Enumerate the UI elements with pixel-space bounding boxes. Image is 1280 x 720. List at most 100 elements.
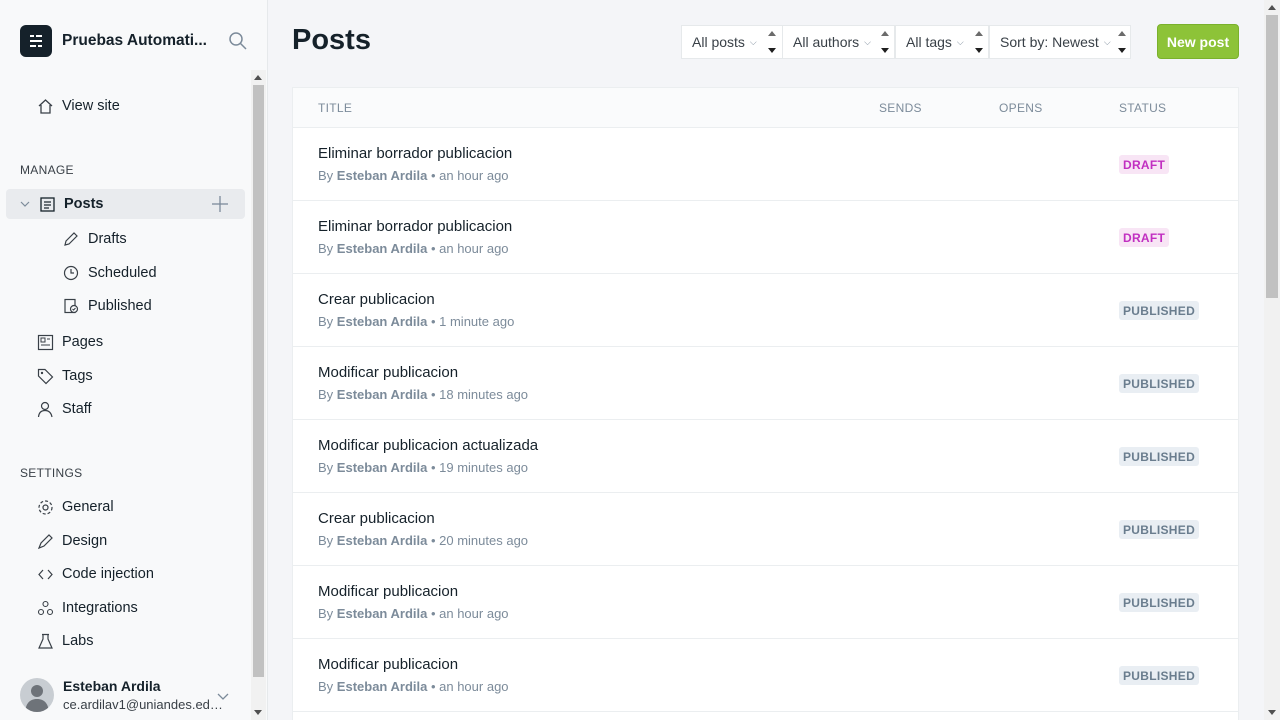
nav-design-label: Design xyxy=(62,533,108,549)
tag-icon xyxy=(36,367,54,385)
scroll-up-arrow-icon[interactable] xyxy=(1268,5,1276,10)
posts-table: TITLE SENDS OPENS STATUS Eliminar borrad… xyxy=(292,87,1239,720)
pages-icon xyxy=(36,333,54,351)
pencil-icon xyxy=(62,230,80,248)
status-badge: PUBLISHED xyxy=(1119,666,1200,685)
new-post-button[interactable]: New post xyxy=(1157,24,1239,59)
nav-staff[interactable]: Staff xyxy=(36,394,92,424)
column-title: TITLE xyxy=(318,101,353,115)
filter-authors-spinner[interactable] xyxy=(879,25,893,59)
scroll-up-arrow-icon[interactable] xyxy=(254,75,262,80)
post-title[interactable]: Modificar publicacion actualizada xyxy=(318,437,538,454)
status-badge: PUBLISHED xyxy=(1119,447,1200,466)
site-logo-icon[interactable] xyxy=(20,25,52,57)
post-title[interactable]: Modificar publicacion xyxy=(318,656,458,673)
nav-code-injection-label: Code injection xyxy=(62,566,154,582)
clock-icon xyxy=(62,264,80,282)
filter-posts-spinner[interactable] xyxy=(766,25,780,59)
nav-drafts[interactable]: Drafts xyxy=(62,224,127,254)
post-title[interactable]: Eliminar borrador publicacion xyxy=(318,145,512,162)
table-row[interactable]: Modificar publicacion actualizada By Este… xyxy=(293,420,1238,493)
sidebar: Pruebas Automati... View site MANAGE Pos… xyxy=(0,0,268,720)
status-badge: PUBLISHED xyxy=(1119,520,1200,539)
chevron-down-icon[interactable] xyxy=(217,689,229,707)
scroll-down-arrow-icon[interactable] xyxy=(1268,710,1276,715)
search-icon[interactable] xyxy=(228,31,248,51)
post-title[interactable]: Crear publicacion xyxy=(318,291,435,308)
nav-view-site[interactable]: View site xyxy=(36,91,120,121)
nav-pages[interactable]: Pages xyxy=(36,327,103,357)
post-by-label: By xyxy=(318,460,334,475)
code-icon xyxy=(36,565,54,583)
posts-icon xyxy=(38,195,56,213)
sidebar-scrollbar[interactable] xyxy=(251,70,266,720)
sidebar-nav: View site MANAGE Posts Drafts Scheduled … xyxy=(0,70,252,720)
post-time: • an hour ago xyxy=(430,679,509,694)
sidebar-scrollbar-thumb[interactable] xyxy=(253,85,264,677)
nav-scheduled-label: Scheduled xyxy=(88,265,157,281)
main-scrollbar[interactable] xyxy=(1264,0,1280,720)
post-meta: By Esteban Ardila • an hour ago xyxy=(318,168,509,183)
filter-all-posts-label: All posts xyxy=(692,34,745,50)
post-author: Esteban Ardila xyxy=(336,387,428,402)
post-title[interactable]: Modificar publicacion xyxy=(318,364,458,381)
add-post-icon[interactable] xyxy=(211,195,229,213)
post-meta: By Esteban Ardila • an hour ago xyxy=(318,606,509,621)
status-badge: DRAFT xyxy=(1119,155,1170,174)
post-by-label: By xyxy=(318,314,334,329)
post-time: • an hour ago xyxy=(430,168,509,183)
page-title: Posts xyxy=(292,24,371,56)
staff-icon xyxy=(36,400,54,418)
table-row[interactable]: Modificar publicacion By Esteban Ardila •… xyxy=(293,566,1238,639)
nav-labs[interactable]: Labs xyxy=(36,626,93,656)
post-by-label: By xyxy=(318,241,334,256)
post-title[interactable]: Eliminar borrador publicacion xyxy=(318,218,512,235)
post-author: Esteban Ardila xyxy=(336,533,428,548)
filter-all-authors-label: All authors xyxy=(793,34,860,50)
site-title[interactable]: Pruebas Automati... xyxy=(62,32,212,50)
post-by-label: By xyxy=(318,679,334,694)
flask-icon xyxy=(36,632,54,650)
filter-tags-spinner[interactable] xyxy=(973,25,987,59)
nav-tags-label: Tags xyxy=(62,368,93,384)
nav-code-injection[interactable]: Code injection xyxy=(36,559,154,589)
nav-scheduled[interactable]: Scheduled xyxy=(62,258,157,288)
post-by-label: By xyxy=(318,168,334,183)
nav-published[interactable]: Published xyxy=(62,291,152,321)
post-author: Esteban Ardila xyxy=(336,314,428,329)
post-author: Esteban Ardila xyxy=(336,168,428,183)
post-by-label: By xyxy=(318,387,334,402)
main-scrollbar-thumb[interactable] xyxy=(1266,15,1278,298)
nav-pages-label: Pages xyxy=(62,334,104,350)
published-icon xyxy=(62,297,80,315)
nav-tags[interactable]: Tags xyxy=(36,361,93,391)
post-by-label: By xyxy=(318,606,334,621)
sort-spinner[interactable] xyxy=(1116,25,1130,59)
table-row[interactable]: Modificar publicacion By Esteban Ardila •… xyxy=(293,347,1238,420)
chevron-down-icon: ⌵ xyxy=(956,36,964,47)
chevron-down-icon[interactable] xyxy=(20,199,32,209)
column-status: STATUS xyxy=(1119,101,1167,115)
post-time: • 1 minute ago xyxy=(430,314,515,329)
post-title[interactable]: Modificar publicacion xyxy=(318,583,458,600)
table-row[interactable]: Eliminar borrador publicacion By Esteban … xyxy=(293,128,1238,201)
nav-general[interactable]: General xyxy=(36,492,114,522)
nav-drafts-label: Drafts xyxy=(88,231,127,247)
table-row[interactable]: Crear publicacion By Esteban Ardila • 1 m… xyxy=(293,274,1238,347)
post-title[interactable]: Crear publicacion xyxy=(318,510,435,527)
sort-select[interactable]: Sort by: Newest ⌵ xyxy=(989,25,1131,59)
nav-integrations[interactable]: Integrations xyxy=(36,593,138,623)
post-meta: By Esteban Ardila • 19 minutes ago xyxy=(318,460,528,475)
table-row[interactable]: Modificar publicacion By Esteban Ardila •… xyxy=(293,639,1238,712)
scroll-down-arrow-icon[interactable] xyxy=(254,710,262,715)
nav-posts[interactable]: Posts xyxy=(20,189,104,219)
user-menu[interactable]: Esteban Ardila ce.ardilav1@uniandes.edu.… xyxy=(20,675,242,715)
settings-section-label: SETTINGS xyxy=(20,466,83,480)
integrations-icon xyxy=(36,599,54,617)
post-meta: By Esteban Ardila • an hour ago xyxy=(318,679,509,694)
nav-design[interactable]: Design xyxy=(36,526,107,556)
table-row[interactable]: Crear publicacion By Esteban Ardila • 20 … xyxy=(293,493,1238,566)
post-time: • 19 minutes ago xyxy=(430,460,529,475)
table-row[interactable]: Eliminar borrador publicacion By Esteban … xyxy=(293,201,1238,274)
column-sends: SENDS xyxy=(879,101,922,115)
